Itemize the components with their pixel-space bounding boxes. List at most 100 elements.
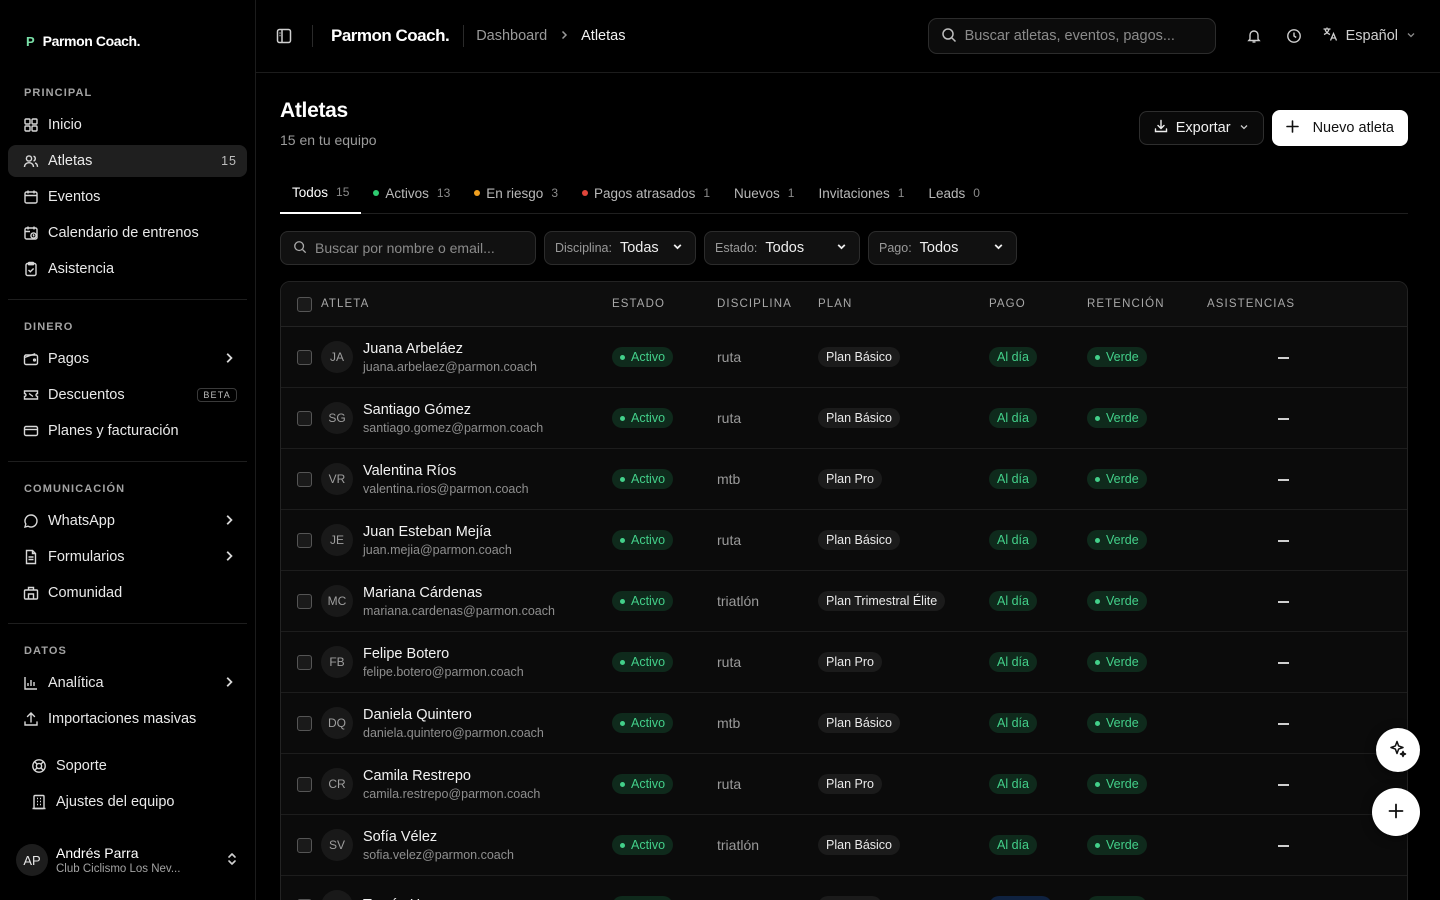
brand-logo[interactable]: P Parmon Coach. [8,0,247,82]
sidebar-item-label: Analítica [48,675,104,691]
sidebar-item-atletas[interactable]: Atletas 15 [8,145,247,177]
row-checkbox[interactable] [297,593,312,609]
athlete-cell[interactable]: CR Camila Restrepo camila.restrepo@parmo… [321,768,612,801]
tab-count: 3 [551,186,558,200]
athlete-cell[interactable]: JE Juan Esteban Mejía juan.mejia@parmon.… [321,524,612,557]
row-checkbox[interactable] [297,471,312,487]
tab-label: Invitaciones [818,185,890,201]
filter-pago[interactable]: Pago: Todos [868,231,1017,265]
sidebar-item-inicio[interactable]: Inicio [8,109,247,141]
table-row[interactable]: CR Camila Restrepo camila.restrepo@parmo… [281,754,1407,815]
filter-disciplina[interactable]: Disciplina: Todas [544,231,696,265]
user-switcher[interactable]: AP Andrés Parra Club Ciclismo Los Nev... [16,836,239,884]
page-header: Atletas 15 en tu equipo Exportar Nuevo a… [280,97,1408,148]
col-header[interactable]: RETENCIÓN [1087,298,1207,310]
col-header[interactable]: DISCIPLINA [717,298,818,310]
athlete-name: Santiago Gómez [363,401,472,418]
divider [8,299,247,300]
col-header[interactable]: PAGO [989,298,1087,310]
global-search-input[interactable] [964,28,1203,44]
tab-en-riesgo[interactable]: En riesgo 3 [462,172,570,214]
athlete-cell[interactable]: SV Sofía Vélez sofia.velez@parmon.coach [321,829,612,862]
col-header[interactable]: PLAN [818,298,989,310]
brand-name: Parmon Coach. [42,33,141,49]
lifebuoy-icon [30,757,48,775]
table-row[interactable]: JE Juan Esteban Mejía juan.mejia@parmon.… [281,510,1407,571]
athlete-name: Daniela Quintero [363,706,472,723]
table-row[interactable]: TH Tomás Henao Activo ruta Plan Pro Cort… [281,876,1407,900]
sidebar-item-analitica[interactable]: Analítica [8,667,247,699]
plan-badge: Plan Básico [818,347,901,367]
col-header[interactable]: ESTADO [612,298,717,310]
sidebar-item-label: Planes y facturación [48,423,179,439]
athlete-cell[interactable]: MC Mariana Cárdenas mariana.cardenas@par… [321,585,612,618]
status-label: Activo [631,472,666,487]
athlete-name: Sofía Vélez [363,828,438,845]
row-checkbox[interactable] [297,410,312,426]
sidebar-item-pagos[interactable]: Pagos [8,343,247,375]
table-row[interactable]: JA Juana Arbeláez juana.arbelaez@parmon.… [281,327,1407,388]
row-checkbox[interactable] [297,349,312,365]
athlete-name: Valentina Ríos [363,462,457,479]
athlete-cell[interactable]: SG Santiago Gómez santiago.gomez@parmon.… [321,402,612,435]
athlete-cell[interactable]: DQ Daniela Quintero daniela.quintero@par… [321,707,612,740]
nav-section-label: DINERO [24,321,74,333]
select-all-checkbox[interactable] [297,296,312,312]
athlete-cell[interactable]: FB Felipe Botero felipe.botero@parmon.co… [321,646,612,679]
sidebar-item-planes-y-facturacion[interactable]: Planes y facturación [8,415,247,447]
athlete-search-input[interactable] [315,240,523,256]
export-button[interactable]: Exportar [1138,111,1264,145]
col-header[interactable]: ATLETA [321,298,612,310]
new-athlete-button[interactable]: Nuevo atleta [1271,110,1408,146]
tab-invitaciones[interactable]: Invitaciones 1 [806,172,916,214]
table-row[interactable]: VR Valentina Ríos valentina.rios@parmon.… [281,449,1407,510]
tab-pagos-atrasados[interactable]: Pagos atrasados 1 [570,172,722,214]
sidebar-item-whatsapp[interactable]: WhatsApp [8,505,247,537]
clock-icon[interactable] [1282,24,1306,48]
plan-badge: Plan Básico [818,408,901,428]
tab-nuevos[interactable]: Nuevos 1 [722,172,806,214]
avatar: SG [321,402,353,434]
ai-assistant-button[interactable] [1376,728,1420,772]
breadcrumb-dashboard[interactable]: Dashboard [476,28,547,44]
language-selector[interactable]: Español [1322,26,1416,46]
sidebar-item-soporte[interactable]: Soporte [8,750,247,782]
sidebar-item-formularios[interactable]: Formularios [8,541,247,573]
col-header[interactable]: ASISTENCIAS [1207,298,1407,310]
row-checkbox[interactable] [297,715,312,731]
sidebar-item-eventos[interactable]: Eventos [8,181,247,213]
sidebar-toggle-icon[interactable] [274,26,294,46]
bell-icon[interactable] [1242,24,1266,48]
table-row[interactable]: MC Mariana Cárdenas mariana.cardenas@par… [281,571,1407,632]
quick-add-button[interactable] [1372,788,1420,836]
table-row[interactable]: DQ Daniela Quintero daniela.quintero@par… [281,693,1407,754]
athlete-cell[interactable]: VR Valentina Ríos valentina.rios@parmon.… [321,463,612,496]
payment-badge: Al día [989,408,1037,428]
tab-count: 15 [336,185,350,199]
tab-activos[interactable]: Activos 13 [361,172,462,214]
row-checkbox[interactable] [297,837,312,853]
filter-value: Todos [765,240,805,256]
row-checkbox[interactable] [297,654,312,670]
table-row[interactable]: SG Santiago Gómez santiago.gomez@parmon.… [281,388,1407,449]
chevron-down-icon [993,240,1004,256]
row-checkbox[interactable] [297,532,312,548]
sidebar-item-comunidad[interactable]: Comunidad [8,577,247,609]
sidebar-item-ajustes-del-equipo[interactable]: Ajustes del equipo [8,786,247,818]
retention-label: Verde [1106,472,1139,487]
empty-value-dash [1278,601,1289,604]
athlete-cell[interactable]: JA Juana Arbeláez juana.arbelaez@parmon.… [321,341,612,374]
sidebar-item-importaciones-masivas[interactable]: Importaciones masivas [8,703,247,735]
table-row[interactable]: FB Felipe Botero felipe.botero@parmon.co… [281,632,1407,693]
athlete-search[interactable] [280,231,536,265]
global-search[interactable] [927,18,1216,54]
athlete-cell[interactable]: TH Tomás Henao [321,890,612,900]
table-row[interactable]: SV Sofía Vélez sofia.velez@parmon.coach … [281,815,1407,876]
sidebar-item-calendario-de-entrenos[interactable]: Calendario de entrenos [8,217,247,249]
tab-leads[interactable]: Leads 0 [916,172,991,214]
row-checkbox[interactable] [297,776,312,792]
sidebar-item-descuentos[interactable]: Descuentos BETA [8,379,247,411]
filter-estado[interactable]: Estado: Todos [704,231,860,265]
tab-todos[interactable]: Todos 15 [280,172,362,214]
sidebar-item-asistencia[interactable]: Asistencia [8,253,247,285]
